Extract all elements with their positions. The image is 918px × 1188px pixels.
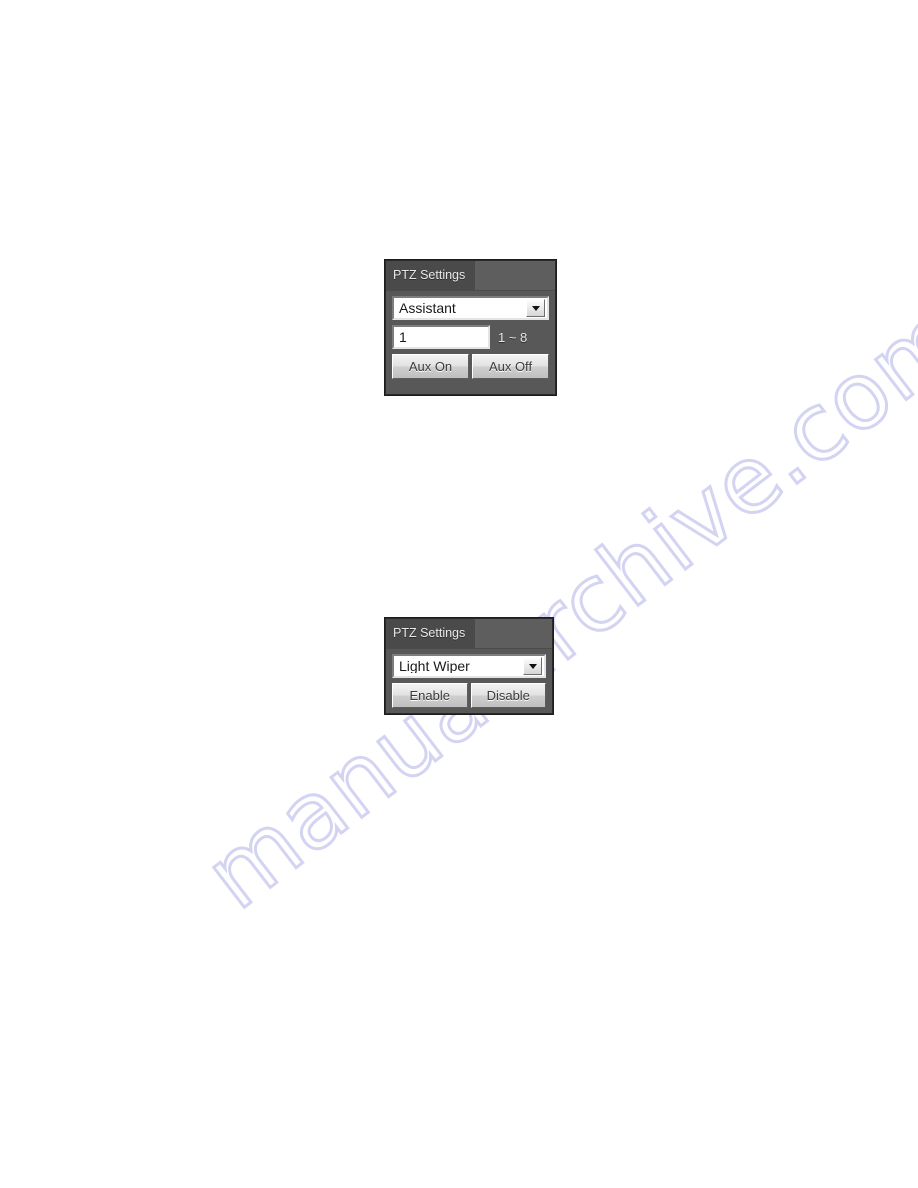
panel-header: PTZ Settings — [386, 619, 552, 649]
aux-on-button[interactable]: Aux On — [392, 354, 469, 379]
enable-button[interactable]: Enable — [392, 683, 468, 708]
ptz-settings-panel-aux: PTZ Settings Assistant 1 1 ~ 8 Aux On Au… — [385, 260, 556, 395]
caret-glyph — [531, 305, 540, 311]
document-page: manualarchive.com PTZ Settings Assistant… — [0, 0, 918, 1188]
panel-title: PTZ Settings — [393, 268, 466, 283]
panel-title: PTZ Settings — [393, 626, 466, 641]
ptz-function-select[interactable]: Light Wiper — [392, 654, 546, 678]
aux-number-input[interactable]: 1 — [392, 325, 490, 349]
disable-button[interactable]: Disable — [470, 683, 546, 708]
aux-number-row: 1 1 ~ 8 — [392, 325, 549, 349]
caret-glyph — [528, 663, 537, 669]
ptz-settings-panel-light-wiper: PTZ Settings Light Wiper Enable Disable — [385, 618, 553, 714]
panel-title-tab: PTZ Settings — [386, 261, 475, 290]
dropdown-row: Light Wiper — [392, 654, 546, 678]
ptz-function-select[interactable]: Assistant — [392, 296, 549, 320]
panel-header: PTZ Settings — [386, 261, 555, 291]
aux-number-range-hint: 1 ~ 8 — [498, 329, 528, 345]
aux-off-button[interactable]: Aux Off — [472, 354, 549, 379]
light-wiper-button-row: Enable Disable — [392, 683, 546, 708]
ptz-function-selected-value: Light Wiper — [399, 659, 470, 673]
dropdown-row: Assistant — [392, 296, 549, 320]
panel-title-tab: PTZ Settings — [386, 619, 475, 648]
chevron-down-icon[interactable] — [523, 657, 542, 675]
panel-body: Light Wiper Enable Disable — [386, 649, 552, 708]
aux-button-row: Aux On Aux Off — [392, 354, 549, 379]
chevron-down-icon[interactable] — [526, 299, 545, 317]
panel-body: Assistant 1 1 ~ 8 Aux On Aux Off — [386, 291, 555, 379]
ptz-function-selected-value: Assistant — [399, 301, 456, 315]
